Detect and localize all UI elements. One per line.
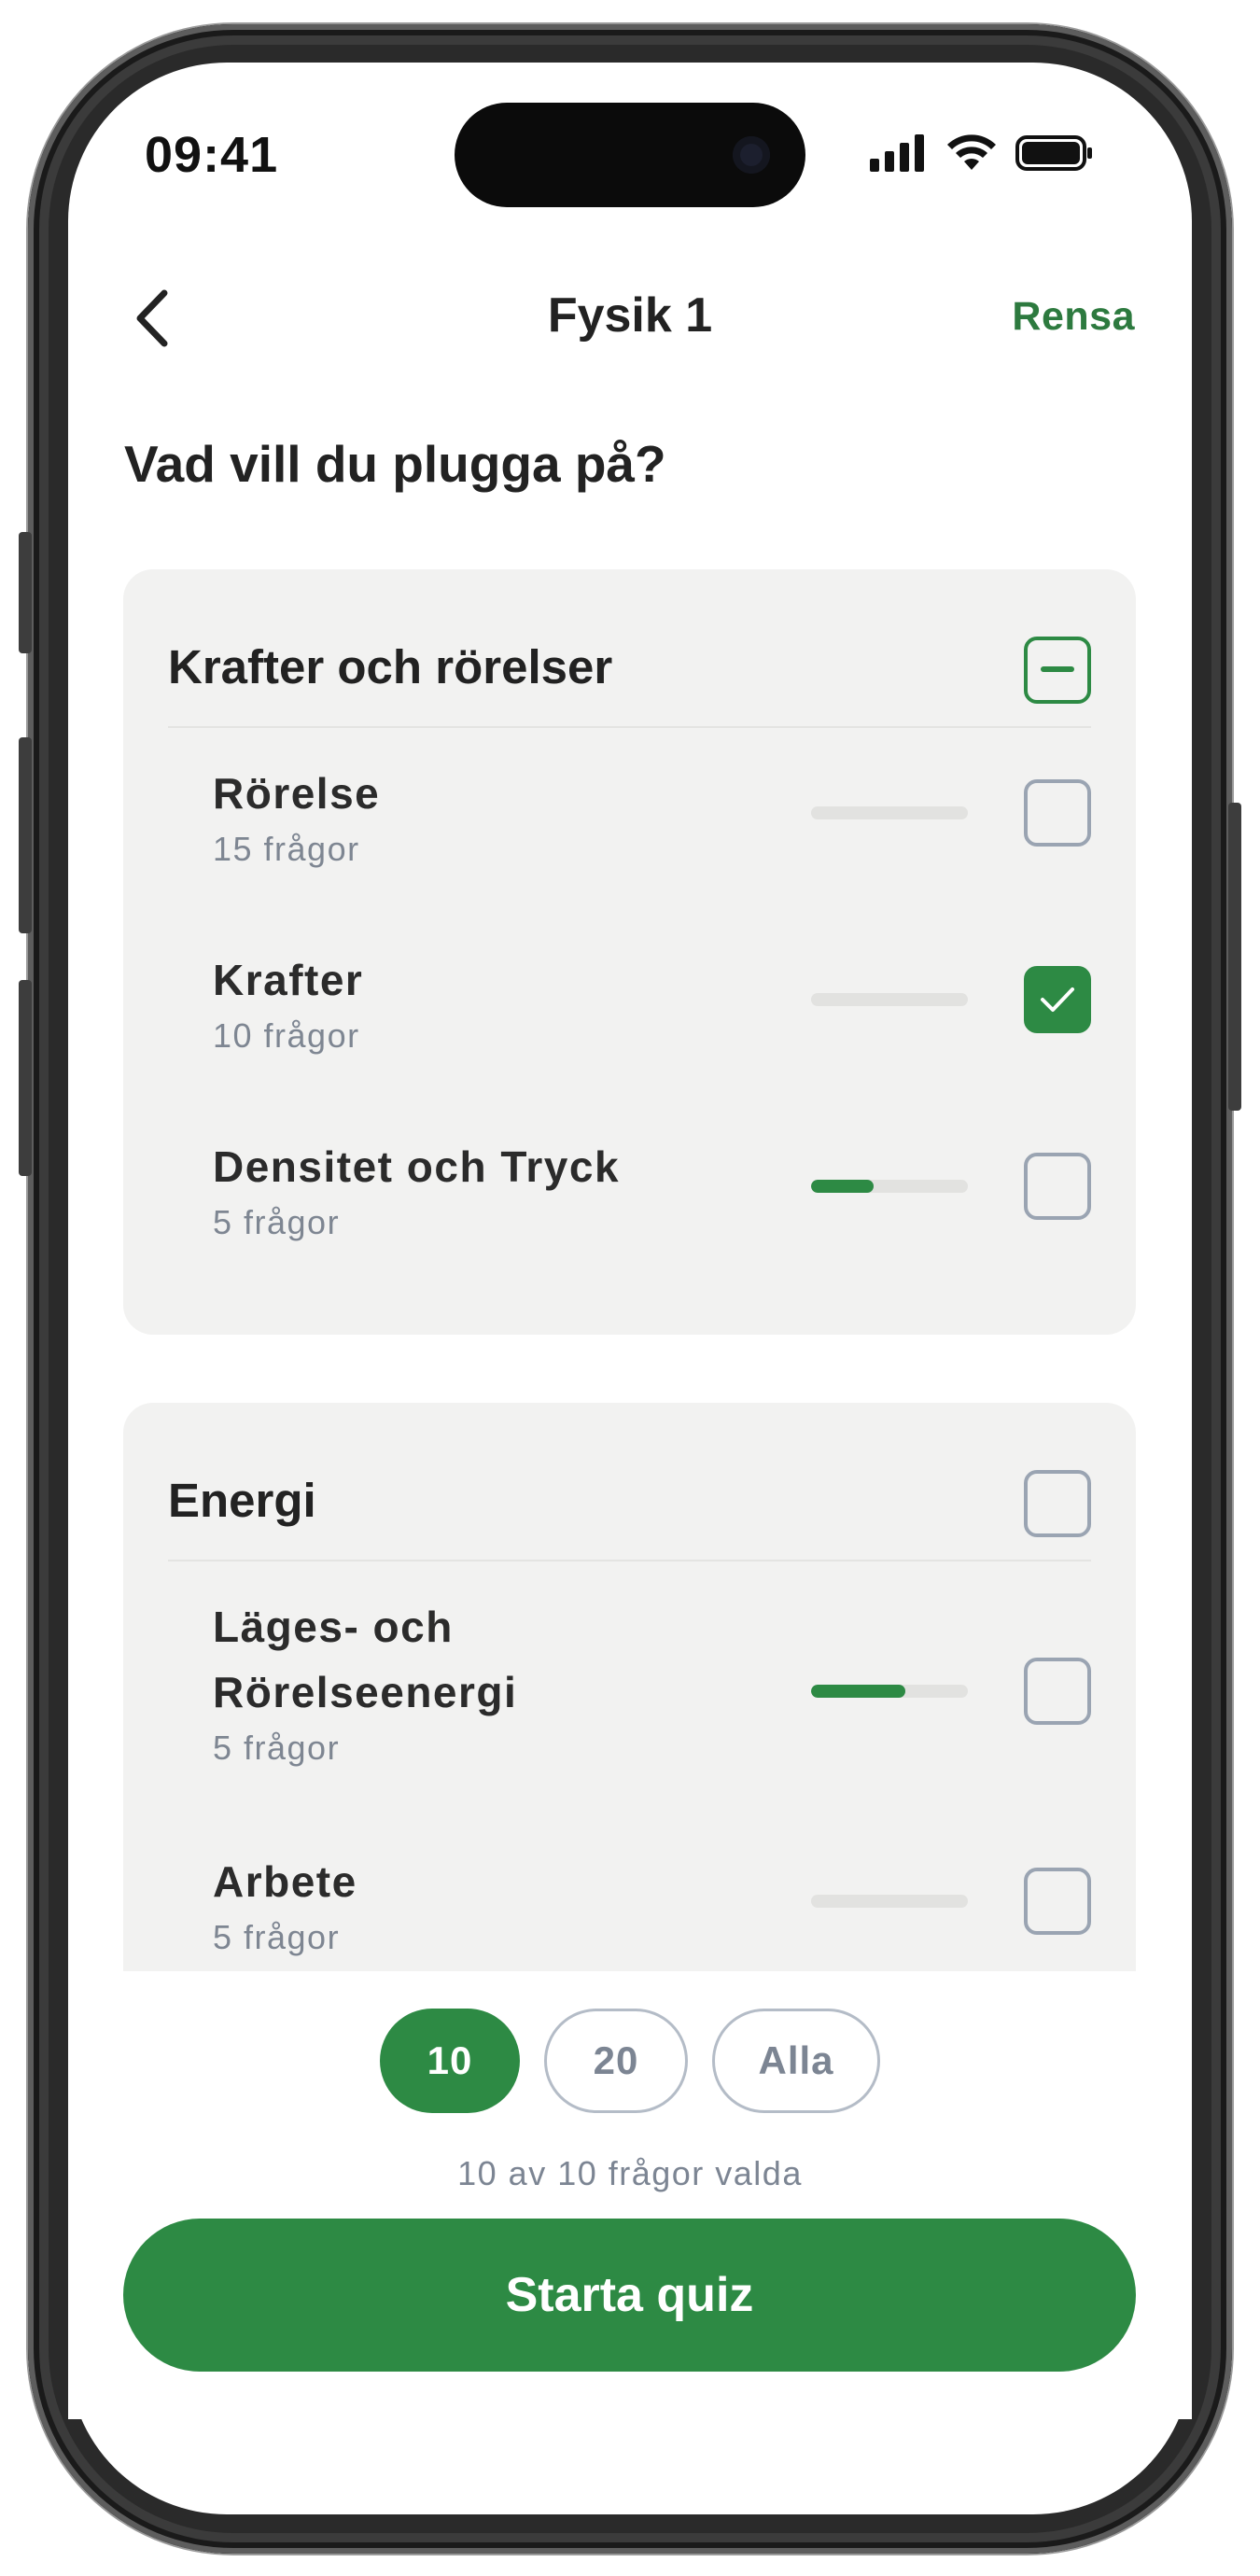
count-option-10[interactable]: 10 — [380, 2009, 520, 2113]
group-checkbox-partial[interactable] — [1024, 637, 1091, 704]
count-option-all[interactable]: Alla — [712, 2009, 880, 2113]
group-title: Krafter och rörelser — [168, 640, 613, 693]
volume-down-button — [19, 980, 32, 1176]
wifi-icon — [947, 134, 996, 170]
checkmark-icon — [1041, 987, 1074, 1012]
topic-count: 5 frågor — [213, 1918, 341, 1956]
clear-button[interactable]: Rensa — [1012, 294, 1135, 340]
topic-count: 5 frågor — [213, 1203, 341, 1241]
topic-group-card: Energi Läges- och Rörelseenergi 5 frågor… — [123, 1403, 1136, 2056]
count-option-20[interactable]: 20 — [544, 2009, 688, 2113]
topic-row[interactable]: Arbete 5 frågor — [213, 1849, 1091, 1980]
status-time: 09:41 — [145, 127, 279, 183]
topic-row[interactable]: Läges- och Rörelseenergi 5 frågor — [213, 1594, 1091, 1790]
topic-checkbox-checked[interactable] — [1024, 966, 1091, 1033]
group-title: Energi — [168, 1474, 316, 1527]
topic-title-line-1: Läges- och — [213, 1603, 454, 1651]
topic-checkbox[interactable] — [1024, 779, 1091, 847]
progress-bar — [811, 993, 968, 1006]
progress-bar — [811, 1895, 968, 1908]
topic-row[interactable]: Krafter 10 frågor — [213, 947, 1091, 1078]
status-icons — [870, 134, 1094, 172]
volume-up-button — [19, 737, 32, 933]
topic-checkbox[interactable] — [1024, 1868, 1091, 1935]
group-header[interactable]: Energi — [168, 1403, 1091, 1561]
topic-row[interactable]: Densitet och Tryck 5 frågor — [213, 1134, 1091, 1265]
dynamic-island — [455, 103, 805, 207]
topic-group-card: Krafter och rörelser Rörelse 15 frågor K… — [123, 569, 1136, 1335]
topic-count: 10 frågor — [213, 1016, 360, 1055]
battery-icon — [1015, 135, 1092, 171]
start-quiz-button[interactable]: Starta quiz — [123, 2219, 1136, 2372]
minus-icon — [1041, 666, 1074, 672]
power-button — [1228, 803, 1241, 1111]
group-header[interactable]: Krafter och rörelser — [168, 569, 1091, 728]
selection-summary: 10 av 10 frågor valda — [457, 2154, 803, 2192]
topic-row[interactable]: Rörelse 15 frågor — [213, 761, 1091, 891]
progress-bar — [811, 1180, 968, 1193]
progress-bar — [811, 1685, 968, 1698]
signal-icon — [870, 134, 924, 172]
topic-checkbox[interactable] — [1024, 1153, 1091, 1220]
action-button — [19, 532, 32, 653]
section-heading: Vad vill du plugga på? — [124, 435, 666, 493]
topic-count: 15 frågor — [213, 830, 360, 868]
topic-count: 5 frågor — [213, 1729, 341, 1767]
group-checkbox[interactable] — [1024, 1470, 1091, 1537]
topic-checkbox[interactable] — [1024, 1658, 1091, 1725]
progress-bar — [811, 806, 968, 819]
camera-icon — [733, 136, 770, 174]
